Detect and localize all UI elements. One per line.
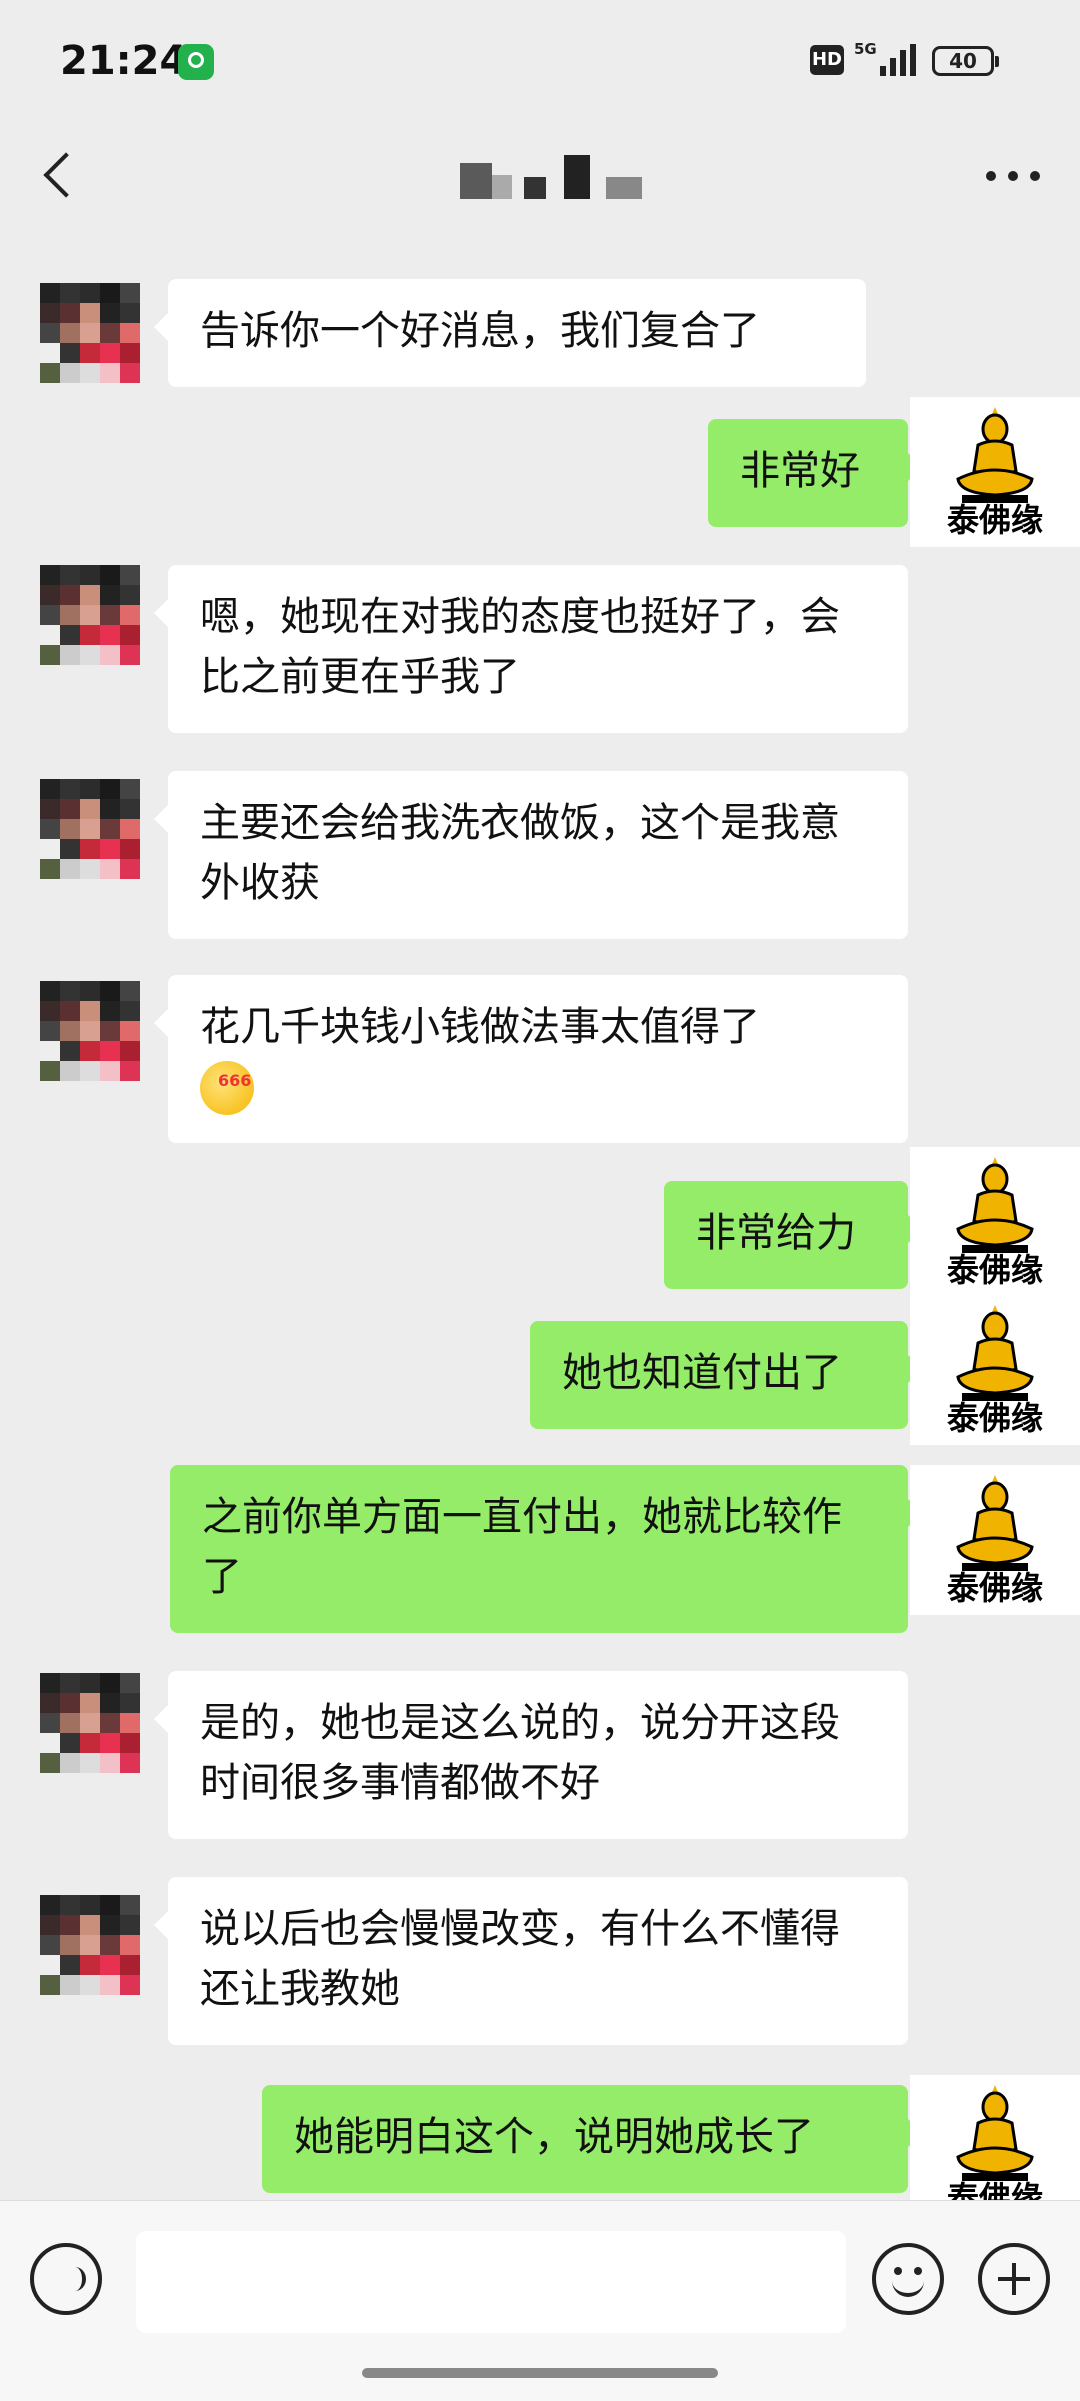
- self-avatar-sticker[interactable]: 泰佛缘: [910, 1465, 1080, 1615]
- home-indicator: [362, 2368, 718, 2378]
- message-bubble-outgoing[interactable]: 她能明白这个，说明她成长了: [262, 2085, 922, 2193]
- network-type: 5G: [854, 40, 877, 58]
- contact-avatar[interactable]: [40, 1673, 140, 1793]
- message-bubble-outgoing[interactable]: 非常好: [708, 419, 922, 527]
- message-bubble-incoming[interactable]: 告诉你一个好消息，我们复合了: [154, 279, 866, 387]
- message-text: 嗯，她现在对我的态度也挺好了，会比之前更在乎我了: [200, 594, 840, 700]
- sticker-label: 泰佛缘: [946, 1569, 1043, 1607]
- buddha-icon: [956, 1305, 1034, 1401]
- buddha-icon: [956, 2085, 1034, 2181]
- self-avatar-sticker[interactable]: 泰佛缘: [910, 1295, 1080, 1445]
- message-bubble-incoming[interactable]: 说以后也会慢慢改变，有什么不懂得还让我教她: [154, 1877, 908, 2045]
- message-bubble-incoming[interactable]: 主要还会给我洗衣做饭，这个是我意外收获: [154, 771, 908, 939]
- self-avatar-sticker[interactable]: 泰佛缘: [910, 397, 1080, 547]
- status-bar: 21:24 HD 5G 40: [0, 0, 1080, 125]
- chat-message-list[interactable]: 告诉你一个好消息，我们复合了 非常好 泰佛缘 嗯，她现在对我的态度也挺好了，会比…: [0, 235, 1080, 2225]
- back-icon[interactable]: [28, 145, 88, 205]
- buddha-icon: [956, 407, 1034, 503]
- message-text: 她也知道付出了: [562, 1350, 842, 1396]
- message-bubble-outgoing[interactable]: 之前你单方面一直付出，她就比较作了: [170, 1465, 922, 1633]
- more-icon[interactable]: [986, 165, 1042, 185]
- contact-avatar[interactable]: [40, 1895, 140, 2015]
- self-avatar-sticker[interactable]: 泰佛缘: [910, 1147, 1080, 1297]
- buddha-icon: [956, 1157, 1034, 1253]
- status-time: 21:24: [60, 38, 188, 84]
- message-text: 说以后也会慢慢改变，有什么不懂得还让我教她: [200, 1906, 840, 2012]
- message-bubble-incoming[interactable]: 花几千块钱小钱做法事太值得了 666: [154, 975, 908, 1143]
- message-text: 非常好: [740, 448, 860, 494]
- emoji-label: 666: [218, 1071, 252, 1090]
- voice-input-icon[interactable]: [30, 2243, 102, 2315]
- message-text: 花几千块钱小钱做法事太值得了: [200, 1004, 760, 1050]
- sticker-label: 泰佛缘: [946, 501, 1043, 539]
- signal-icon: [880, 44, 916, 76]
- contact-avatar[interactable]: [40, 779, 140, 899]
- sticker-label: 泰佛缘: [946, 1399, 1043, 1437]
- plus-icon[interactable]: [978, 2243, 1050, 2315]
- battery-icon: 40: [932, 46, 999, 76]
- contact-name-redacted: [460, 155, 650, 205]
- message-bubble-outgoing[interactable]: 非常给力: [664, 1181, 922, 1289]
- message-text: 她能明白这个，说明她成长了: [294, 2114, 814, 2160]
- message-input[interactable]: [136, 2231, 846, 2333]
- contact-avatar[interactable]: [40, 283, 140, 403]
- contact-avatar[interactable]: [40, 565, 140, 685]
- message-bubble-incoming[interactable]: 是的，她也是这么说的，说分开这段时间很多事情都做不好: [154, 1671, 908, 1839]
- message-text: 之前你单方面一直付出，她就比较作了: [202, 1494, 842, 1600]
- message-text: 主要还会给我洗衣做饭，这个是我意外收获: [200, 800, 840, 906]
- message-text: 是的，她也是这么说的，说分开这段时间很多事情都做不好: [200, 1700, 840, 1806]
- contact-avatar[interactable]: [40, 981, 140, 1101]
- emoji-666: 666: [200, 1057, 876, 1117]
- message-bubble-incoming[interactable]: 嗯，她现在对我的态度也挺好了，会比之前更在乎我了: [154, 565, 908, 733]
- chat-header: [0, 125, 1080, 235]
- sticker-label: 泰佛缘: [946, 1251, 1043, 1289]
- emoji-icon[interactable]: [872, 2243, 944, 2315]
- message-bubble-outgoing[interactable]: 她也知道付出了: [530, 1321, 922, 1429]
- hd-icon: HD: [810, 45, 844, 75]
- message-text: 非常给力: [696, 1210, 856, 1256]
- upload-notification-icon: [178, 44, 214, 80]
- buddha-icon: [956, 1475, 1034, 1571]
- message-text: 告诉你一个好消息，我们复合了: [200, 308, 760, 354]
